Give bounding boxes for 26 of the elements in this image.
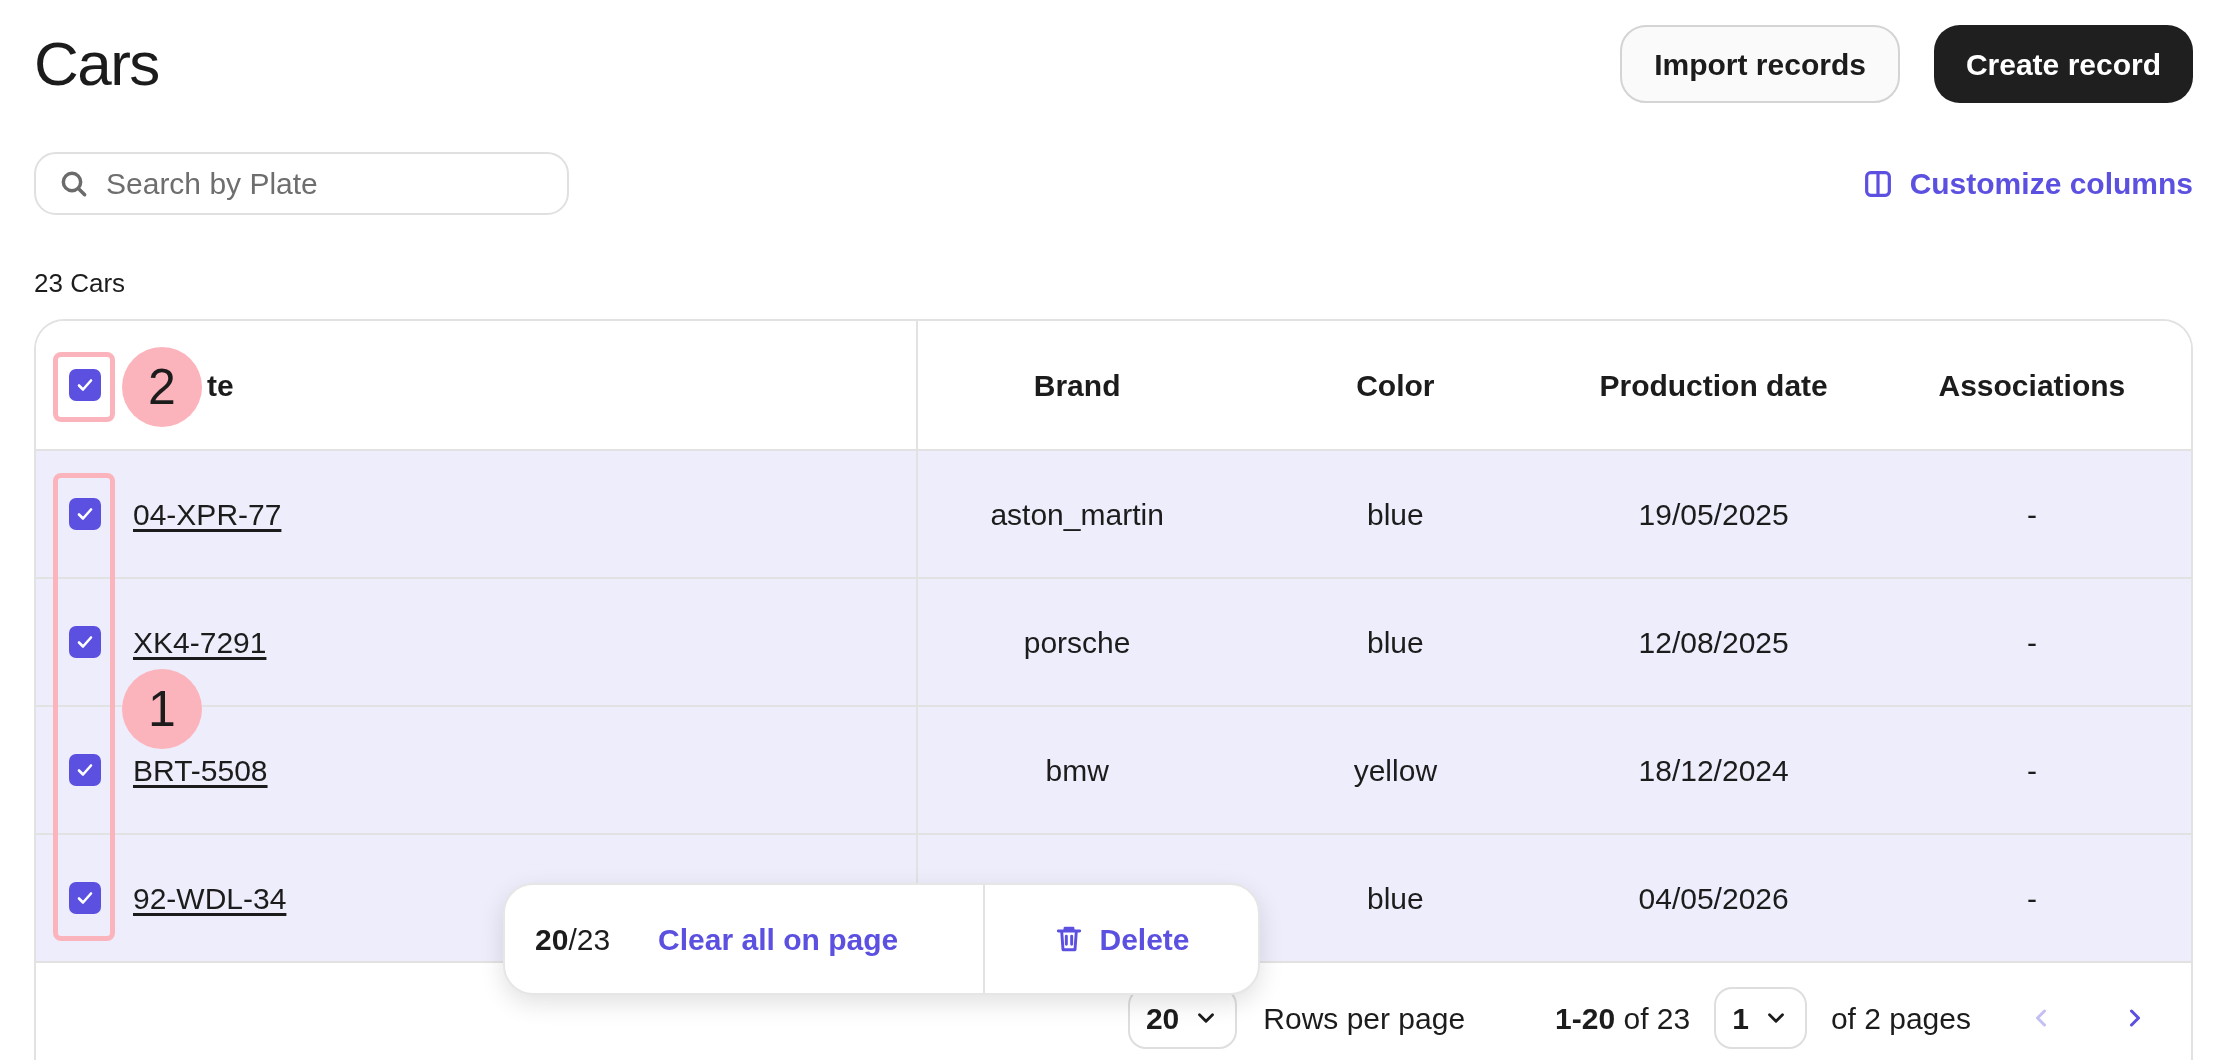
column-header: Color — [1356, 367, 1435, 404]
selection-count: 20/23 — [535, 921, 611, 958]
table-cell-text: bmw — [1045, 752, 1109, 789]
column-header: Brand — [1033, 367, 1121, 404]
table-cell-text: - — [2026, 496, 2037, 533]
column-header: Associations — [1938, 367, 2126, 404]
table-cell-text: 18/12/2024 — [1638, 752, 1789, 789]
table-cell-text: blue — [1367, 624, 1424, 661]
table-cell-text: porsche — [1023, 624, 1131, 661]
table-cell-text: aston_martin — [990, 496, 1164, 533]
table-cell-text: 04/05/2026 — [1638, 880, 1789, 917]
table-cell-text: - — [2026, 624, 2037, 661]
table-cell-text: blue — [1367, 496, 1424, 533]
table-cell-text: 19/05/2025 — [1638, 496, 1789, 533]
table-cell-text: blue — [1367, 880, 1424, 917]
table-cell-text: - — [2026, 880, 2037, 917]
page-title: Cars — [34, 28, 159, 100]
column-header: te — [207, 367, 234, 404]
rows-per-page-label: Rows per page — [1263, 1000, 1466, 1037]
column-header: Production date — [1599, 367, 1828, 404]
table-cell-text: 12/08/2025 — [1638, 624, 1789, 661]
range-label: 1-20 of 23 — [1555, 1000, 1691, 1037]
table-cell-text: yellow — [1353, 752, 1438, 789]
page-count-label: of 2 pages — [1830, 1000, 1971, 1037]
table-cell-text: - — [2026, 752, 2037, 789]
record-count: 23 Cars — [34, 268, 127, 298]
